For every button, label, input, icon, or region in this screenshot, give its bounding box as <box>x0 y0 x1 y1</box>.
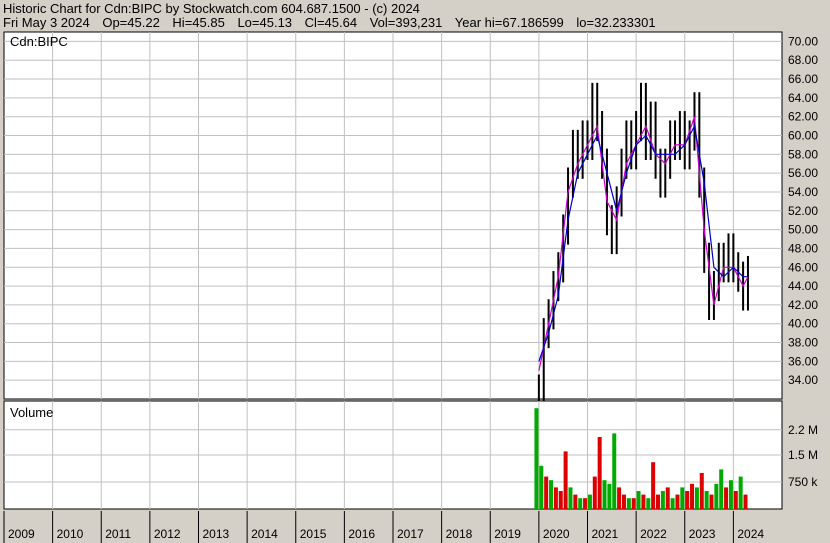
volume-y-axis: 750 k 1.5 M 2.2 M <box>788 423 818 489</box>
volume-panel: Volume 750 k 1.5 M 2.2 M <box>3 400 818 510</box>
volume-bar <box>656 494 661 509</box>
volume-bar <box>583 498 588 509</box>
volume-bar <box>553 487 558 509</box>
volume-bar <box>714 483 719 509</box>
volume-bar <box>685 491 690 509</box>
x-tick-label: 2016 <box>348 527 375 541</box>
price-tick-label: 60.00 <box>788 129 818 143</box>
volume-bar <box>563 451 568 509</box>
price-tick-label: 42.00 <box>788 298 818 312</box>
stock-chart: Cdn:BIPC 34.00 36.00 38.00 40.00 42.00 44.00 4… <box>3 31 818 543</box>
volume-bar <box>651 462 656 509</box>
x-tick-label: 2013 <box>203 527 230 541</box>
x-tick-label: 2014 <box>251 527 278 541</box>
price-tick-label: 48.00 <box>788 241 818 255</box>
volume-bar <box>709 494 714 509</box>
volume-bar <box>534 408 539 509</box>
x-axis: 2009 2010 2011 2012 2013 2014 2015 2016 2017 2018… <box>3 511 782 543</box>
volume-bar <box>621 494 626 509</box>
price-tick-label: 64.00 <box>788 91 818 105</box>
volume-bar <box>607 483 612 509</box>
volume-bar <box>670 498 675 509</box>
volume-bar <box>665 487 670 509</box>
volume-bar <box>738 476 743 509</box>
volume-bar <box>699 473 704 509</box>
price-tick-label: 56.00 <box>788 166 818 180</box>
volume-bar <box>636 491 641 509</box>
volume-tick-label: 2.2 M <box>788 423 818 437</box>
volume-bar <box>626 498 631 509</box>
price-tick-label: 58.00 <box>788 147 818 161</box>
volume-bar <box>568 487 573 509</box>
price-tick-label: 54.00 <box>788 185 818 199</box>
price-tick-label: 46.00 <box>788 260 818 274</box>
volume-bar <box>694 487 699 509</box>
volume-bar <box>558 491 563 509</box>
price-panel: Cdn:BIPC 34.00 36.00 38.00 40.00 42.00 44.00 4… <box>3 31 818 405</box>
x-tick-label: 2020 <box>543 527 570 541</box>
volume-bar <box>539 465 544 509</box>
volume-bar <box>733 491 738 509</box>
volume-bar <box>675 494 680 509</box>
volume-bar <box>612 433 617 509</box>
x-tick-label: 2017 <box>397 527 424 541</box>
x-tick-label: 2022 <box>640 527 667 541</box>
price-tick-label: 44.00 <box>788 279 818 293</box>
volume-bar <box>544 476 549 509</box>
volume-bar <box>704 491 709 509</box>
price-tick-label: 34.00 <box>788 373 818 387</box>
volume-bar <box>743 494 748 509</box>
x-tick-label: 2010 <box>57 527 84 541</box>
x-tick-label: 2019 <box>494 527 521 541</box>
volume-panel-label: Volume <box>10 405 53 420</box>
price-tick-label: 70.00 <box>788 34 818 48</box>
volume-bar <box>719 469 724 509</box>
price-panel-label: Cdn:BIPC <box>10 34 68 49</box>
volume-bar <box>578 498 583 509</box>
x-tick-label: 2012 <box>154 527 181 541</box>
x-tick-label: 2024 <box>737 527 764 541</box>
x-tick-label: 2021 <box>592 527 619 541</box>
price-tick-label: 36.00 <box>788 354 818 368</box>
price-tick-label: 40.00 <box>788 317 818 331</box>
volume-tick-label: 750 k <box>788 475 818 489</box>
volume-bar <box>587 494 592 509</box>
volume-bar <box>602 480 607 509</box>
price-y-axis: 34.00 36.00 38.00 40.00 42.00 44.00 46.00 48.00… <box>788 34 818 387</box>
volume-bar <box>573 494 578 509</box>
volume-tick-label: 1.5 M <box>788 448 818 462</box>
price-tick-label: 62.00 <box>788 110 818 124</box>
volume-bar <box>680 487 685 509</box>
price-tick-label: 50.00 <box>788 223 818 237</box>
volume-bar <box>641 494 646 509</box>
volume-bar <box>690 483 695 509</box>
x-tick-label: 2018 <box>446 527 473 541</box>
volume-bar <box>592 476 597 509</box>
volume-bar <box>597 437 602 509</box>
volume-bar <box>631 498 636 509</box>
volume-bar <box>646 498 651 509</box>
x-tick-label: 2009 <box>8 527 35 541</box>
price-tick-label: 68.00 <box>788 53 818 67</box>
volume-bar <box>617 487 622 509</box>
x-tick-label: 2011 <box>105 527 131 541</box>
price-tick-label: 66.00 <box>788 72 818 86</box>
volume-bar <box>549 480 554 509</box>
volume-bar <box>724 487 729 509</box>
price-tick-label: 38.00 <box>788 336 818 350</box>
x-tick-label: 2023 <box>689 527 716 541</box>
volume-bar <box>728 480 733 509</box>
price-tick-label: 52.00 <box>788 204 818 218</box>
x-tick-label: 2015 <box>300 527 327 541</box>
volume-bar <box>660 491 665 509</box>
